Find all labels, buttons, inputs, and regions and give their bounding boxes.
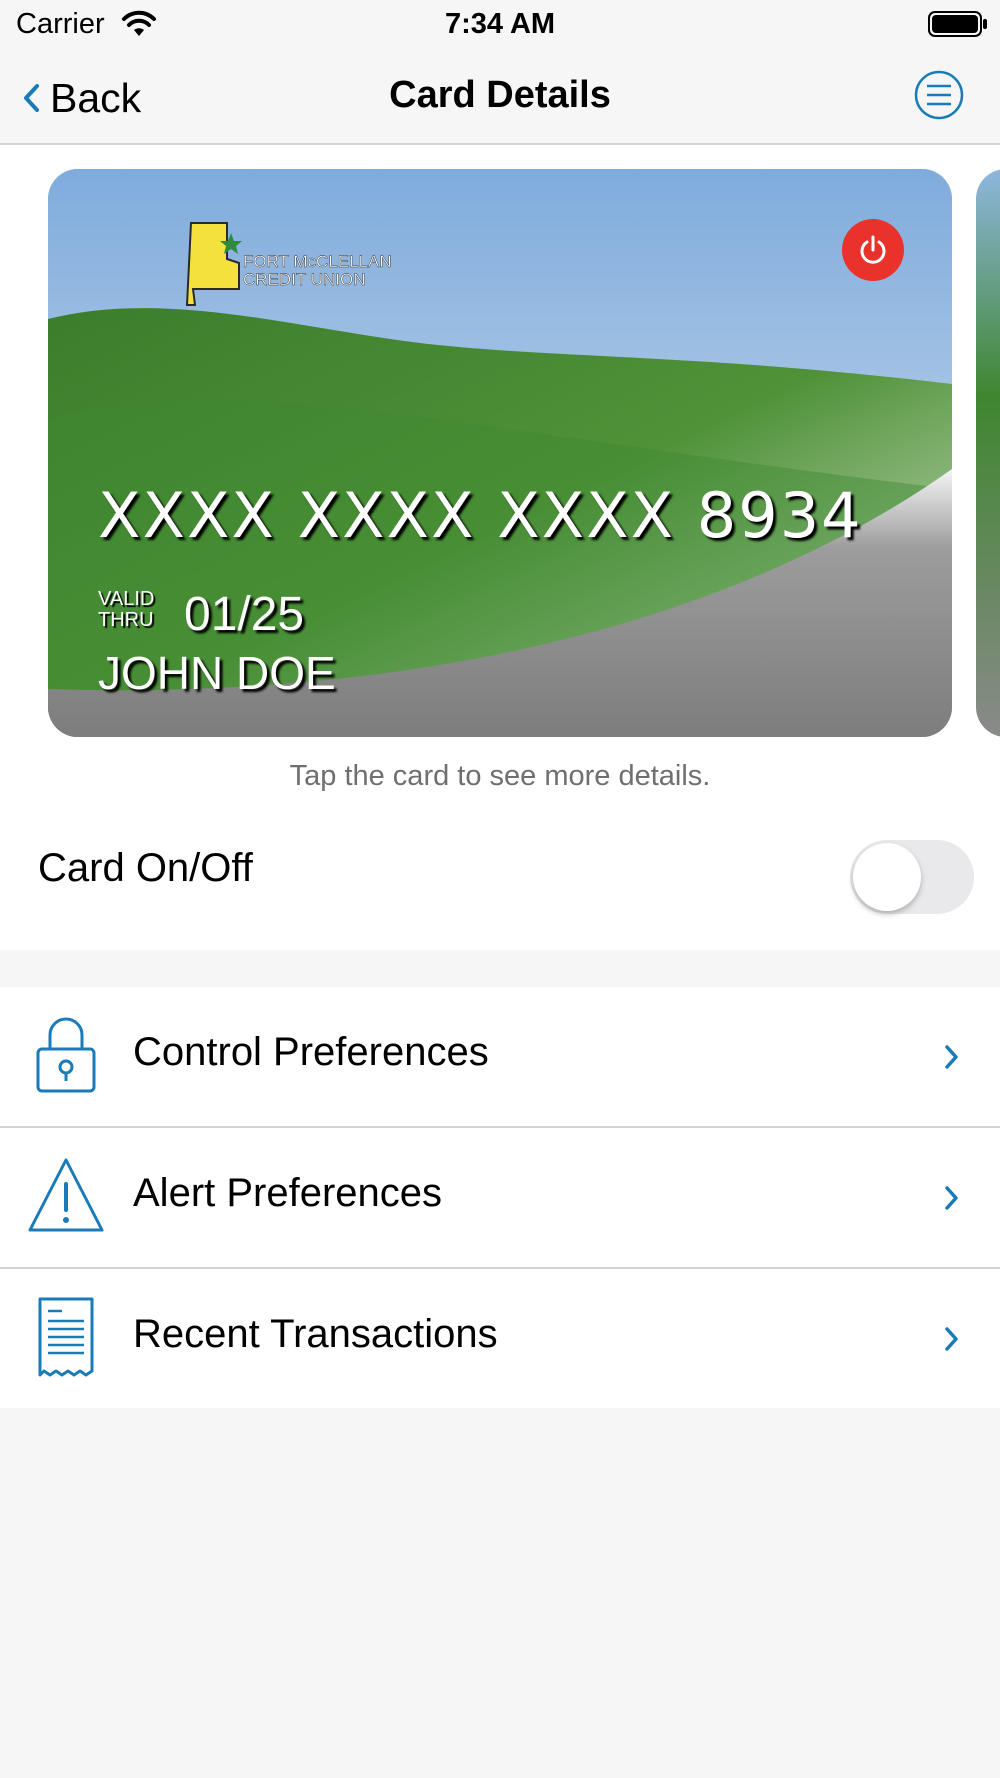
valid-label: VALID — [98, 588, 155, 610]
card-number: XXXX XXXX XXXX 8934 — [98, 479, 863, 552]
chevron-right-icon — [945, 1045, 958, 1069]
page-title: Card Details — [389, 74, 611, 116]
card-power-button[interactable] — [842, 219, 904, 281]
chevron-right-icon — [945, 1327, 958, 1351]
logo-line2: CREDIT UNION — [243, 270, 365, 289]
card-hint: Tap the card to see more details. — [289, 760, 711, 792]
valid-thru-label: VALID THRU — [98, 589, 154, 631]
warning-icon — [28, 1158, 104, 1232]
credit-union-logo: FORT McCLELLAN CREDIT UNION — [185, 222, 392, 306]
card-expiry: 01/25 — [184, 588, 305, 641]
chevron-right-icon — [945, 1186, 958, 1210]
receipt-icon — [38, 1297, 94, 1377]
list-item-alert-preferences[interactable]: Alert Preferences — [0, 1128, 1000, 1269]
clock: 7:34 AM — [444, 8, 556, 40]
list-item-label: Recent Transactions — [133, 1312, 498, 1356]
power-icon — [860, 235, 886, 264]
list-item-label: Alert Preferences — [133, 1171, 443, 1215]
list-item-label: Control Preferences — [133, 1030, 489, 1074]
nav-bar: Back Card Details — [0, 50, 1000, 145]
lock-icon — [36, 1017, 96, 1093]
status-bar: Carrier 7:34 AM — [0, 0, 1000, 50]
card-section: FORT McCLELLAN CREDIT UNION XXXX XXXX XX… — [0, 145, 1000, 950]
switch-knob — [853, 843, 921, 911]
battery-icon — [928, 11, 987, 37]
card-toggle-label: Card On/Off — [38, 846, 253, 890]
debit-card[interactable]: FORT McCLELLAN CREDIT UNION XXXX XXXX XX… — [48, 169, 952, 737]
card-toggle-row: Card On/Off — [0, 813, 1000, 933]
cardholder-name: JOHN DOE — [98, 647, 336, 699]
list-item-recent-transactions[interactable]: Recent Transactions — [0, 1269, 1000, 1408]
next-card-peek[interactable] — [976, 169, 1000, 737]
list-item-control-preferences[interactable]: Control Preferences — [0, 987, 1000, 1128]
logo-line1: FORT McCLELLAN — [243, 252, 392, 271]
card-on-off-switch[interactable] — [850, 840, 974, 914]
preferences-list: Control Preferences Alert Preferences Re… — [0, 987, 1000, 1408]
menu-icon[interactable] — [914, 70, 964, 120]
thru-label: THRU — [98, 609, 154, 631]
